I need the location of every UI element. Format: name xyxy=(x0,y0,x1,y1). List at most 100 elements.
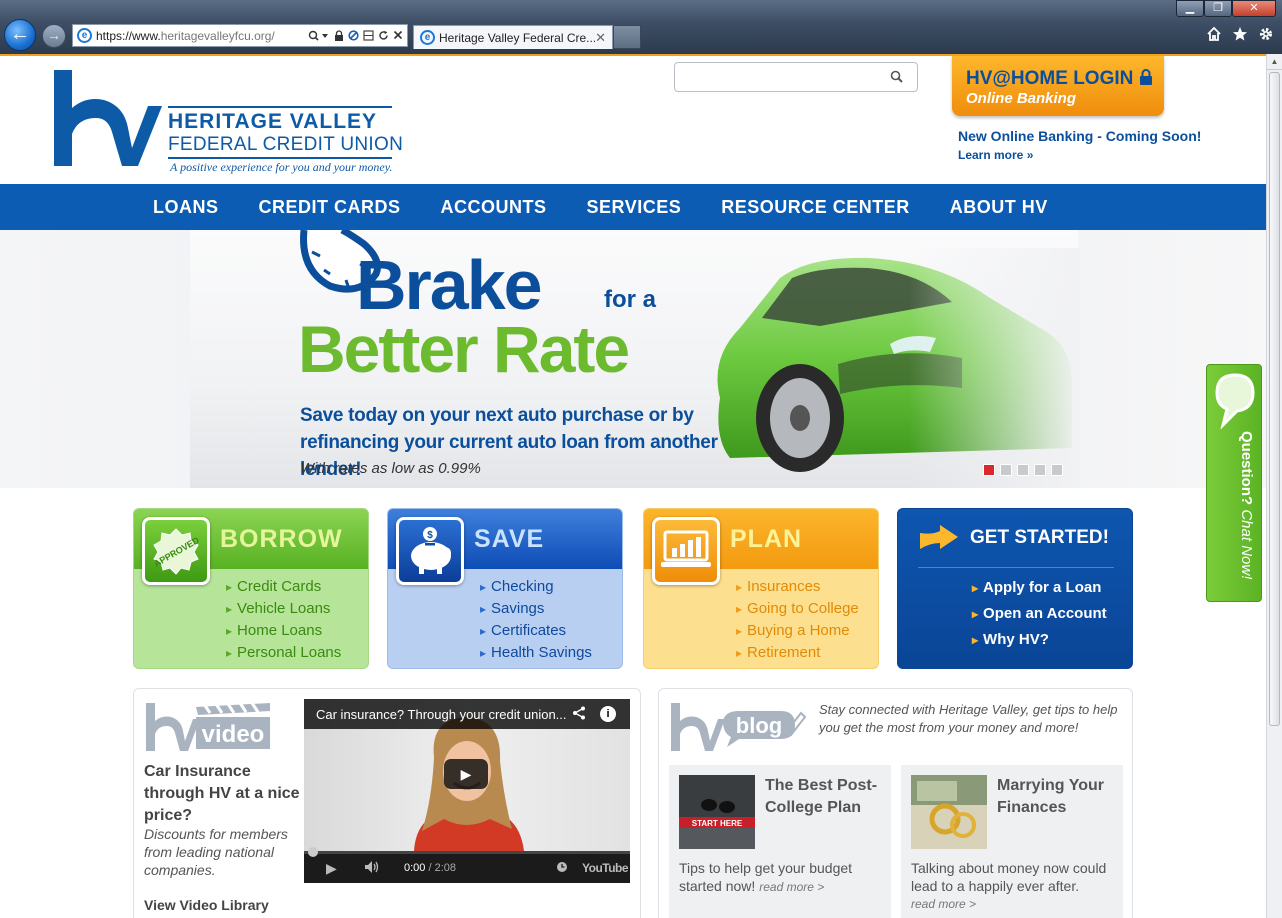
play-overlay-icon[interactable]: ▶ xyxy=(444,759,488,789)
post-excerpt: Tips to help get your budget started now… xyxy=(679,859,883,896)
post-body-text: Talking about money now could lead to a … xyxy=(911,860,1107,894)
player-title[interactable]: Car insurance? Through your credit union… xyxy=(316,707,572,722)
browser-tab[interactable]: e Heritage Valley Federal Cre... ✕ xyxy=(413,25,613,49)
read-more-link[interactable]: read more > xyxy=(759,880,824,894)
search-input[interactable] xyxy=(681,64,881,90)
search-dropdown-icon[interactable] xyxy=(308,30,330,42)
volume-icon[interactable] xyxy=(364,860,380,877)
link-apply-for-loan[interactable]: Apply for a Loan xyxy=(972,575,1107,601)
share-icon[interactable] xyxy=(572,706,586,723)
home-icon[interactable] xyxy=(1206,26,1222,42)
nav-services[interactable]: SERVICES xyxy=(567,184,702,230)
gear-icon[interactable] xyxy=(1258,26,1274,42)
player-controls: ▶ 0:00 / 2:08 YouTube xyxy=(304,847,630,883)
svg-text:$: $ xyxy=(427,530,433,541)
logo-wordmark: HERITAGE VALLEY FEDERAL CREDIT UNION xyxy=(168,106,403,159)
close-window-button[interactable]: ✕ xyxy=(1232,0,1276,17)
link-savings[interactable]: Savings xyxy=(480,598,622,620)
hero-banner[interactable]: Brake for a Better Rate Save today on yo… xyxy=(0,230,1266,488)
window-controls: ▁ ❐ ✕ xyxy=(1176,0,1276,17)
link-retirement[interactable]: Retirement xyxy=(736,642,878,664)
forward-button[interactable]: → xyxy=(42,24,66,48)
laptop-chart-icon xyxy=(652,517,720,585)
play-icon[interactable]: ▶ xyxy=(326,860,337,877)
blog-intro: Stay connected with Heritage Valley, get… xyxy=(819,702,1118,735)
link-insurances[interactable]: Insurances xyxy=(736,576,878,598)
nav-loans[interactable]: LOANS xyxy=(133,184,239,230)
link-credit-cards[interactable]: Credit Cards xyxy=(226,576,368,598)
refresh-icon[interactable] xyxy=(378,30,389,41)
link-health-savings[interactable]: Health Savings xyxy=(480,642,622,664)
link-home-loans[interactable]: Home Loans xyxy=(226,620,368,642)
scroll-up-arrow[interactable]: ▲ xyxy=(1267,54,1282,70)
hv-blog-logo: blog xyxy=(671,703,807,751)
back-button[interactable]: ← xyxy=(4,19,36,51)
scroll-thumb[interactable] xyxy=(1269,72,1280,726)
url-domain: heritagevalleyfcu.org/ xyxy=(160,28,275,43)
site-search xyxy=(674,62,918,92)
plan-card-header[interactable]: PLAN xyxy=(644,509,878,585)
info-icon[interactable]: i xyxy=(600,706,616,722)
blocked-icon[interactable] xyxy=(348,29,359,41)
new-tab-button[interactable] xyxy=(613,25,641,49)
blog-post[interactable]: Marrying Your Finances Talking about mon… xyxy=(901,765,1123,918)
nav-about-hv[interactable]: ABOUT HV xyxy=(930,184,1068,230)
link-open-account[interactable]: Open an Account xyxy=(972,601,1107,627)
learn-more-link[interactable]: Learn more » xyxy=(958,148,1201,162)
link-buying-a-home[interactable]: Buying a Home xyxy=(736,620,878,642)
get-started-links: Apply for a Loan Open an Account Why HV? xyxy=(972,575,1107,653)
post-thumbnail-start-here[interactable]: START HERE xyxy=(679,775,755,849)
plan-card: PLAN Insurances Going to College Buying … xyxy=(643,508,879,669)
minimize-button[interactable]: ▁ xyxy=(1176,0,1204,17)
read-more-link[interactable]: read more > xyxy=(911,895,1115,913)
lock-icon[interactable] xyxy=(334,29,344,42)
slide-dot-1[interactable] xyxy=(983,464,995,476)
online-banking-login-button[interactable]: HV@HOME LOGIN Online Banking xyxy=(952,56,1164,116)
address-url[interactable]: https://www.heritagevalleyfcu.org/ xyxy=(96,29,308,43)
link-personal-loans[interactable]: Personal Loans xyxy=(226,642,368,664)
link-going-to-college[interactable]: Going to College xyxy=(736,598,878,620)
nav-accounts[interactable]: ACCOUNTS xyxy=(421,184,567,230)
maximize-button[interactable]: ❐ xyxy=(1204,0,1232,17)
stop-icon[interactable] xyxy=(393,30,403,40)
link-why-hv[interactable]: Why HV? xyxy=(972,627,1107,653)
plan-title: PLAN xyxy=(730,525,803,553)
youtube-player[interactable]: Car insurance? Through your credit union… xyxy=(304,699,630,883)
scrubber-handle[interactable] xyxy=(308,847,318,857)
address-bar[interactable]: e https://www.heritagevalleyfcu.org/ xyxy=(72,24,408,47)
chat-now-tab[interactable]: Question? Chat Now! xyxy=(1206,364,1262,602)
post-thumbnail-rings[interactable] xyxy=(911,775,987,849)
view-video-library-link[interactable]: View Video Library xyxy=(144,897,269,913)
watch-later-icon[interactable] xyxy=(556,861,568,876)
blog-post[interactable]: START HERE The Best Post-College Plan Ti… xyxy=(669,765,891,918)
post-title[interactable]: The Best Post-College Plan xyxy=(765,775,885,819)
star-icon[interactable] xyxy=(1232,26,1248,42)
link-certificates[interactable]: Certificates xyxy=(480,620,622,642)
hero-headline-for-a: for a xyxy=(604,286,657,313)
online-banking-promo: New Online Banking - Coming Soon! Learn … xyxy=(958,128,1201,162)
slide-dot-2[interactable] xyxy=(1000,464,1012,476)
get-started-divider xyxy=(918,567,1114,568)
borrow-card-header[interactable]: APPROVED BORROW xyxy=(134,509,368,585)
link-vehicle-loans[interactable]: Vehicle Loans xyxy=(226,598,368,620)
slide-dot-4[interactable] xyxy=(1034,464,1046,476)
page-scrollbar[interactable]: ▲ xyxy=(1266,54,1282,918)
link-checking[interactable]: Checking xyxy=(480,576,622,598)
tab-close-icon[interactable]: ✕ xyxy=(595,30,606,46)
save-card-header[interactable]: $ SAVE xyxy=(388,509,622,585)
youtube-logo[interactable]: YouTube xyxy=(582,861,629,875)
nav-credit-cards[interactable]: CREDIT CARDS xyxy=(239,184,421,230)
slide-dot-3[interactable] xyxy=(1017,464,1029,476)
video-logo-word: video xyxy=(202,721,265,748)
nav-resource-center[interactable]: RESOURCE CENTER xyxy=(701,184,930,230)
compat-view-icon[interactable] xyxy=(363,29,374,41)
slide-dot-5[interactable] xyxy=(1051,464,1063,476)
player-time: 0:00 / 2:08 xyxy=(404,862,456,874)
post-title[interactable]: Marrying Your Finances xyxy=(997,775,1117,819)
arrow-right-icon xyxy=(920,525,958,549)
logo-line-1: HERITAGE VALLEY xyxy=(168,110,378,133)
url-scheme: https://www. xyxy=(96,28,161,43)
search-icon[interactable] xyxy=(889,69,905,85)
get-started-title: GET STARTED! xyxy=(970,527,1109,548)
login-subtitle: Online Banking xyxy=(966,90,1077,107)
